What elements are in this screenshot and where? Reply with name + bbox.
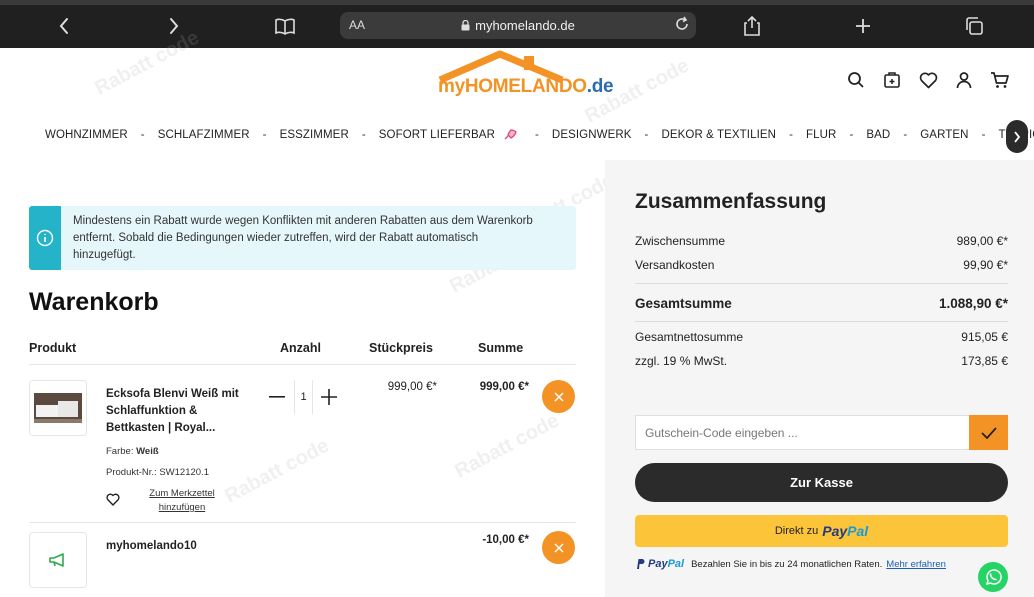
shipping-row: Versandkosten 99,90 €* (635, 258, 1008, 272)
bookmarks-icon[interactable] (272, 13, 298, 39)
discount-alert: Mindestens ein Rabatt wurde wegen Konfli… (29, 206, 576, 270)
remove-item-button[interactable] (542, 380, 575, 413)
promo-thumbnail (29, 532, 87, 588)
total-row: Gesamtsumme 1.088,90 €* (635, 296, 1008, 311)
wishlist-heart-icon[interactable] (106, 493, 120, 507)
plus-icon (321, 389, 337, 405)
nav-item-sofort-lieferbar[interactable]: SOFORT LIEFERBAR (379, 129, 517, 141)
minus-icon (269, 396, 285, 398)
column-header-quantity: Anzahl (280, 341, 321, 355)
nav-item-esszimmer[interactable]: ESSZIMMER (280, 129, 349, 141)
voucher-input[interactable] (636, 416, 966, 449)
vat-row: zzgl. 19 % MwSt. 173,85 € (635, 354, 1008, 368)
chevron-right-icon (1014, 130, 1021, 143)
header-actions (846, 70, 1010, 90)
nav-separator: - (644, 129, 649, 141)
nav-separator: - (140, 129, 145, 141)
nav-separator: - (849, 129, 854, 141)
column-header-unit-price: Stückpreis (369, 341, 433, 355)
watermark: Rabatt code (451, 409, 563, 483)
product-sku: Produkt-Nr.: SW12120.1 (106, 467, 209, 478)
quantity-increase-button[interactable] (319, 387, 339, 407)
nav-separator: - (981, 129, 986, 141)
net-total-row: Gesamtnettosumme 915,05 € (635, 330, 1008, 344)
unit-price: 999,00 €* (387, 381, 437, 393)
back-icon[interactable] (51, 13, 77, 39)
nav-separator: - (789, 129, 793, 141)
promo-amount: -10,00 €* (482, 534, 529, 546)
quantity-input[interactable]: 1 (294, 380, 313, 414)
url-text: myhomelando.de (475, 18, 575, 33)
checkmark-icon (980, 426, 997, 439)
apply-voucher-button[interactable] (969, 415, 1008, 450)
paypal-logo: PayPal (822, 523, 869, 539)
add-to-wishlist-link[interactable]: Zum Merkzettel hinzufügen (142, 487, 222, 515)
rocket-icon (504, 129, 517, 140)
nav-item-schlafzimmer[interactable]: SCHLAFZIMMER (158, 129, 250, 141)
heart-icon[interactable] (918, 70, 938, 90)
nav-item-dekor-textilien[interactable]: DEKOR & TEXTILIEN (661, 129, 776, 141)
order-summary: Zusammenfassung Zwischensumme 989,00 €* V… (605, 160, 1034, 597)
cart-icon[interactable] (990, 70, 1010, 90)
page-title: Warenkorb (29, 288, 159, 316)
share-icon[interactable] (739, 13, 765, 39)
paypal-icon (637, 559, 645, 569)
nav-separator: - (534, 129, 539, 141)
nav-separator: - (361, 129, 366, 141)
close-icon (553, 542, 564, 553)
whatsapp-icon (985, 569, 1002, 586)
nav-item-flur[interactable]: FLUR (806, 129, 836, 141)
column-header-product: Produkt (29, 341, 77, 355)
column-header-total: Summe (478, 341, 524, 355)
quantity-decrease-button[interactable] (267, 387, 287, 407)
logo-text: myHOMELANDO.de (438, 76, 614, 97)
main-nav: WOHNZIMMER - SCHLAFZIMMER - ESSZIMMER - … (0, 118, 1034, 154)
alert-message: Mindestens ein Rabatt wurde wegen Konfli… (73, 215, 533, 261)
divider (635, 283, 1008, 284)
new-tab-icon[interactable] (850, 13, 876, 39)
watermark: Rabatt code (221, 434, 333, 508)
whatsapp-chat-button[interactable] (978, 562, 1008, 592)
sofa-image (30, 381, 86, 435)
nav-separator: - (903, 129, 908, 141)
megaphone-icon (49, 553, 64, 567)
reload-icon[interactable] (674, 16, 690, 35)
nav-item-designwerk[interactable]: DESIGNWERK (552, 129, 632, 141)
summary-title: Zusammenfassung (635, 190, 827, 213)
nav-separator: - (262, 129, 267, 141)
paypal-express-button[interactable]: Direkt zu PayPal (635, 515, 1008, 547)
remove-promo-button[interactable] (542, 531, 575, 564)
nav-item-bad[interactable]: BAD (866, 129, 890, 141)
nav-item-garten[interactable]: GARTEN (920, 129, 968, 141)
site-logo[interactable]: myHOMELANDO.de (438, 50, 614, 102)
lock-icon (461, 19, 470, 34)
learn-more-link[interactable]: Mehr erfahren (886, 559, 946, 570)
line-total: 999,00 €* (479, 381, 529, 393)
divider (29, 522, 576, 523)
compare-icon[interactable] (882, 70, 902, 90)
paypal-installment-note: PayPal Bezahlen Sie in bis zu 24 monatli… (635, 558, 946, 570)
alert-bar (29, 206, 61, 270)
subtotal-row: Zwischensumme 989,00 €* (635, 234, 1008, 248)
tabs-icon[interactable] (961, 13, 987, 39)
close-icon (553, 391, 564, 402)
nav-item-wohnzimmer[interactable]: WOHNZIMMER (45, 129, 128, 141)
voucher-field (635, 415, 1008, 450)
address-bar[interactable]: AA myhomelando.de (340, 12, 696, 39)
account-icon[interactable] (954, 70, 974, 90)
search-icon[interactable] (846, 70, 866, 90)
info-icon (36, 229, 54, 247)
nav-scroll-right-button[interactable] (1006, 120, 1028, 153)
product-thumbnail[interactable] (29, 380, 87, 436)
checkout-button[interactable]: Zur Kasse (635, 463, 1008, 502)
promo-code-name: myhomelando10 (106, 540, 197, 552)
forward-icon[interactable] (161, 13, 187, 39)
product-color: Farbe: Weiß (106, 446, 159, 457)
divider (29, 364, 576, 365)
browser-toolbar: AA myhomelando.de (0, 0, 1034, 48)
product-name[interactable]: Ecksofa Blenvi Weiß mit Schlaffunktion &… (106, 386, 246, 437)
divider (635, 321, 1008, 322)
